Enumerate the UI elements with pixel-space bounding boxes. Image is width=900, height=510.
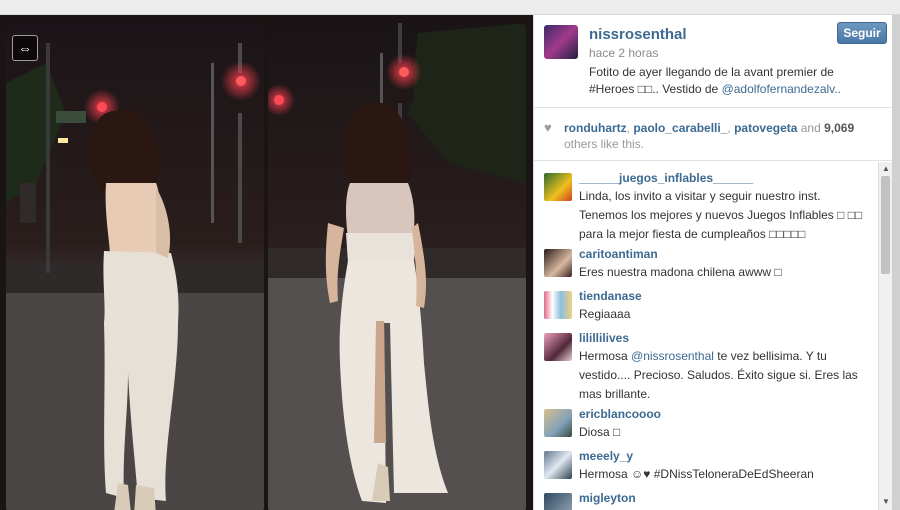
photo-right-image: [268, 23, 526, 510]
comment-text: Regiaaaa: [579, 307, 631, 321]
browser-top-strip: [0, 0, 900, 15]
liker-link[interactable]: patovegeta: [734, 121, 797, 135]
likes-suffix: others like this.: [564, 137, 645, 151]
heart-icon[interactable]: ♥: [544, 120, 552, 135]
avatar[interactable]: [544, 333, 572, 361]
comment-text: Eres nuestra madona chilena awww □: [579, 265, 782, 279]
comment-username[interactable]: tiendanase: [579, 289, 642, 303]
avatar[interactable]: [544, 291, 572, 319]
comment-text: Linda, los invito a visitar y seguir nue…: [579, 189, 863, 241]
follow-button[interactable]: Seguir: [837, 22, 887, 44]
comment-text: Diosa □: [579, 425, 621, 439]
comments-list: ______juegos_inflables______ Linda, los …: [534, 161, 879, 510]
liker-link[interactable]: ronduhartz: [564, 121, 627, 135]
post-caption: Fotito de ayer llegando de la avant prem…: [589, 64, 859, 98]
photo-left-image: [6, 23, 264, 510]
likes-text: ronduhartz, paolo_carabelli_, patovegeta…: [564, 120, 884, 152]
avatar[interactable]: [544, 249, 572, 277]
comment-username[interactable]: migleyton: [579, 491, 636, 505]
caption-mention-link[interactable]: @adolfofernandezalv..: [722, 82, 841, 96]
comment-username[interactable]: caritoantiman: [579, 247, 658, 261]
comment-username[interactable]: ericblancoooo: [579, 407, 661, 421]
liker-link[interactable]: paolo_carabelli_: [633, 121, 727, 135]
comment-text: Hermosa @nissrosenthal te vez bellisima.…: [579, 347, 869, 404]
likes-count[interactable]: 9,069: [824, 121, 854, 135]
scroll-down-arrow-icon[interactable]: ▼: [882, 497, 890, 506]
likes-section: ♥ ronduhartz, paolo_carabelli_, patovege…: [534, 108, 893, 161]
expand-icon: ⇔: [18, 40, 32, 56]
avatar[interactable]: [544, 409, 572, 437]
photo-left: [6, 23, 264, 510]
post-time: hace 2 horas: [589, 46, 659, 60]
expand-button[interactable]: ⇔: [12, 35, 38, 61]
likes-and: and: [797, 121, 825, 135]
avatar[interactable]: [544, 451, 572, 479]
photo-right: [268, 23, 526, 510]
comment-username[interactable]: lilillilives: [579, 331, 629, 345]
comment-username[interactable]: meeely_y: [579, 449, 633, 463]
scrollbar-thumb[interactable]: [881, 176, 890, 274]
comment-text-part: Hermosa: [579, 349, 632, 363]
avatar[interactable]: [544, 173, 572, 201]
comments-scrollbar[interactable]: ▲ ▼: [878, 162, 893, 510]
avatar[interactable]: [544, 25, 578, 59]
comment-mention-link[interactable]: @nissrosenthal: [631, 349, 714, 363]
post-username[interactable]: nissrosenthal: [589, 26, 687, 43]
comment-username[interactable]: ______juegos_inflables______: [579, 171, 753, 185]
scroll-up-arrow-icon[interactable]: ▲: [882, 164, 890, 173]
post-details-panel: nissrosenthal hace 2 horas Fotito de aye…: [533, 15, 893, 510]
photo-viewer: ⇔: [0, 15, 533, 510]
comment-text: Hermosa ☺♥ #DNissTeloneraDeEdSheeran: [579, 467, 814, 481]
avatar[interactable]: [544, 493, 572, 510]
window-edge: [892, 15, 900, 510]
post-header: nissrosenthal hace 2 horas Fotito de aye…: [534, 15, 893, 108]
